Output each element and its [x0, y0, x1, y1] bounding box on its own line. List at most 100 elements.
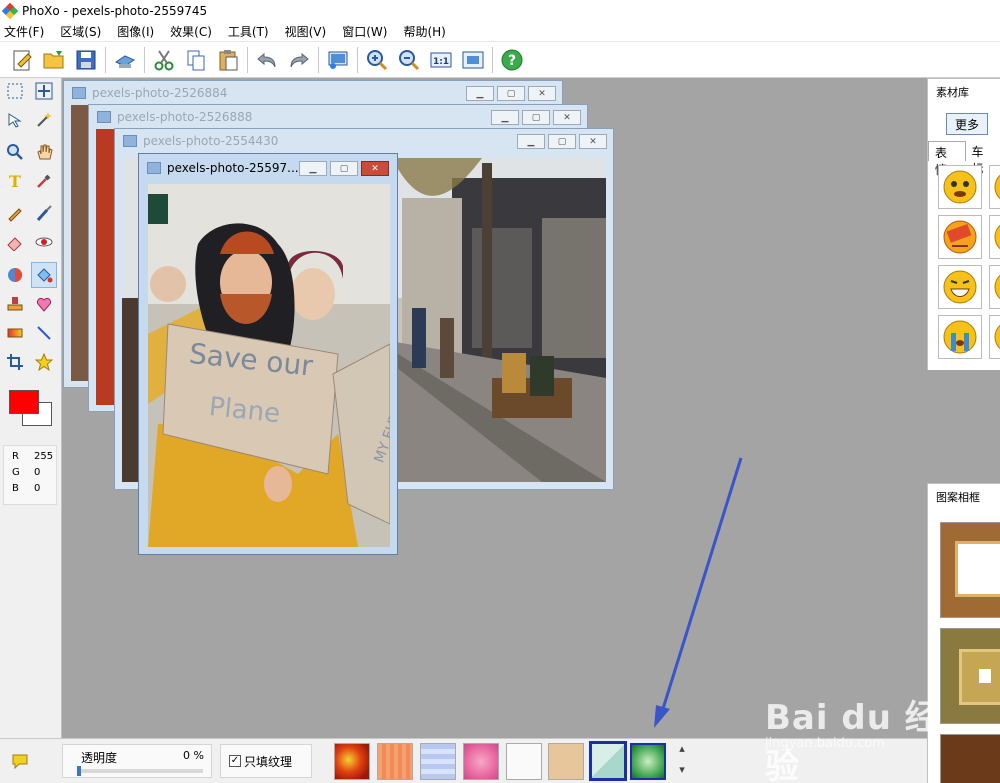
document-titlebar[interactable]: pexels-photo-25597... ▁ ▢ ✕	[139, 154, 397, 182]
tip-icon[interactable]	[12, 753, 28, 772]
heal-icon[interactable]	[31, 291, 57, 317]
texture-only-label: 只填纹理	[244, 754, 293, 769]
redo-icon[interactable]	[285, 46, 313, 74]
zoom-in-icon[interactable]	[363, 46, 391, 74]
text-tool-icon[interactable]: T	[2, 168, 28, 194]
foreground-color-swatch[interactable]	[9, 390, 39, 414]
emoji-angry-icon[interactable]	[938, 215, 982, 259]
line-tool-icon[interactable]	[31, 320, 57, 346]
maximize-button[interactable]: ▢	[330, 161, 358, 176]
close-button[interactable]: ✕	[579, 134, 607, 149]
toolbar: 1:1 ?	[0, 42, 1000, 78]
eraser-icon[interactable]	[2, 229, 28, 255]
cut-icon[interactable]	[150, 46, 178, 74]
star-shape-icon[interactable]	[31, 349, 57, 375]
gradient-icon[interactable]	[2, 320, 28, 346]
menu-window[interactable]: 窗口(W)	[342, 23, 387, 40]
texture-only-checkbox[interactable]: ✓ 只填纹理	[220, 744, 312, 778]
rgb-value-r: 255	[34, 451, 54, 462]
texture-rose-swatch[interactable]	[463, 743, 499, 780]
close-button[interactable]: ✕	[553, 110, 581, 125]
emoji-icon[interactable]	[989, 165, 1000, 209]
texture-green-swatch[interactable]	[630, 743, 666, 780]
maximize-button[interactable]: ▢	[522, 110, 550, 125]
undo-icon[interactable]	[253, 46, 281, 74]
image-icon	[72, 87, 86, 99]
texture-fire-swatch[interactable]	[334, 743, 370, 780]
emoji-icon[interactable]	[989, 315, 1000, 359]
menu-image[interactable]: 图像(I)	[117, 23, 154, 40]
document-titlebar[interactable]: pexels-photo-2526884 ▁ ▢ ✕	[64, 81, 562, 105]
zoom-out-icon[interactable]	[395, 46, 423, 74]
active-document-window[interactable]: pexels-photo-25597... ▁ ▢ ✕ Save our Pla…	[138, 153, 398, 555]
menu-help[interactable]: 帮助(H)	[403, 23, 445, 40]
tab-car-logos[interactable]: 车标	[966, 141, 1000, 176]
rgb-readout: R 255 G 0 B 0	[3, 445, 57, 505]
fit-window-icon[interactable]	[459, 46, 487, 74]
minimize-button[interactable]: ▁	[299, 161, 327, 176]
toolbar-separator	[105, 46, 106, 73]
menu-selection[interactable]: 区域(S)	[60, 23, 101, 40]
rgb-value-g: 0	[34, 467, 41, 478]
help-icon[interactable]: ?	[498, 46, 526, 74]
checkbox-box[interactable]: ✓	[229, 755, 241, 767]
emoji-crying-icon[interactable]	[938, 315, 982, 359]
svg-text:T: T	[9, 172, 21, 190]
save-icon[interactable]	[72, 46, 100, 74]
menu-view[interactable]: 视图(V)	[285, 23, 327, 40]
zoom-tool-icon[interactable]	[2, 139, 28, 165]
scanner-icon[interactable]	[111, 46, 139, 74]
more-button[interactable]: 更多	[946, 113, 988, 135]
panel-title: 素材库	[936, 86, 969, 99]
paste-icon[interactable]	[214, 46, 242, 74]
color-swatches	[0, 385, 60, 445]
emoji-icon[interactable]	[989, 265, 1000, 309]
lasso-select-icon[interactable]	[2, 107, 28, 133]
texture-plaid-swatch[interactable]	[420, 743, 456, 780]
close-button[interactable]: ✕	[361, 161, 389, 176]
fill-bucket-icon[interactable]	[31, 262, 57, 288]
texture-wood-swatch[interactable]	[377, 743, 413, 780]
texture-scroll-up-icon[interactable]: ▴	[676, 742, 688, 758]
document-titlebar[interactable]: pexels-photo-2526888 ▁ ▢ ✕	[89, 105, 587, 129]
screen-capture-icon[interactable]	[324, 46, 352, 74]
open-folder-icon[interactable]	[40, 46, 68, 74]
texture-sand-swatch[interactable]	[548, 743, 584, 780]
red-eye-icon[interactable]	[31, 229, 57, 255]
frame-thumbnail[interactable]	[940, 522, 1000, 618]
menu-tools[interactable]: 工具(T)	[228, 23, 269, 40]
document-titlebar[interactable]: pexels-photo-2554430 ▁ ▢ ✕	[115, 129, 613, 153]
emoji-grin-icon[interactable]	[938, 265, 982, 309]
crop-icon[interactable]	[2, 349, 28, 375]
phoxo-logo-icon	[1, 2, 19, 20]
hand-icon[interactable]	[31, 139, 57, 165]
clone-stamp-icon[interactable]	[2, 291, 28, 317]
menu-effects[interactable]: 效果(C)	[170, 23, 212, 40]
minimize-button[interactable]: ▁	[491, 110, 519, 125]
move-icon[interactable]	[31, 78, 57, 104]
emoji-sweat-icon[interactable]	[938, 165, 982, 209]
texture-teal-swatch[interactable]	[589, 741, 627, 781]
texture-white-swatch[interactable]	[506, 743, 542, 780]
maximize-button[interactable]: ▢	[548, 134, 576, 149]
minimize-button[interactable]: ▁	[466, 86, 494, 101]
new-icon[interactable]	[8, 46, 36, 74]
rect-select-icon[interactable]	[2, 78, 28, 104]
eyedropper-icon[interactable]	[31, 168, 57, 194]
magic-wand-icon[interactable]	[31, 107, 57, 133]
pencil-icon[interactable]	[2, 200, 28, 226]
emoji-icon[interactable]	[989, 215, 1000, 259]
opacity-slider-track[interactable]	[77, 769, 203, 773]
copy-icon[interactable]	[182, 46, 210, 74]
texture-scroll-down-icon[interactable]: ▾	[676, 763, 688, 779]
brush-icon[interactable]	[31, 200, 57, 226]
toolbar-separator	[318, 46, 319, 73]
color-replace-icon[interactable]	[2, 262, 28, 288]
actual-size-icon[interactable]: 1:1	[427, 46, 455, 74]
maximize-button[interactable]: ▢	[497, 86, 525, 101]
minimize-button[interactable]: ▁	[517, 134, 545, 149]
close-button[interactable]: ✕	[528, 86, 556, 101]
tab-emoticons[interactable]: 表情	[928, 141, 966, 177]
opacity-slider-thumb[interactable]	[77, 766, 81, 776]
menu-file[interactable]: 文件(F)	[4, 23, 44, 40]
